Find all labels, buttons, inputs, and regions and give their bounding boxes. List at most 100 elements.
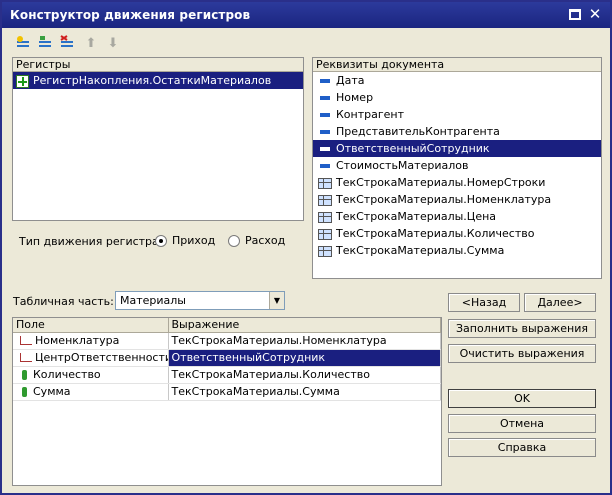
table-row-selected[interactable]: ЦентрОтветственности ОтветственныйСотруд…	[13, 349, 441, 367]
register-plus-icon	[16, 74, 29, 88]
attribute-item[interactable]: ТекСтрокаМатериалы.НомерСтроки	[313, 174, 601, 191]
attribute-item[interactable]: Дата	[313, 72, 601, 89]
register-movements-constructor-window: Конструктор движения регистров ✕ ⬆ ⬇ Рег…	[0, 0, 612, 495]
radio-expense-label: Расход	[245, 234, 286, 247]
resource-icon	[22, 370, 27, 380]
radio-income-label: Приход	[172, 234, 216, 247]
register-item[interactable]: РегистрНакопления.ОстаткиМатериалов	[13, 72, 303, 89]
attribute-label: ТекСтрокаМатериалы.Цена	[336, 210, 497, 223]
attribute-item[interactable]: ТекСтрокаМатериалы.Сумма	[313, 242, 601, 259]
expression-cell[interactable]: ТекСтрокаМатериалы.Количество	[168, 366, 441, 384]
document-attributes-list[interactable]: Реквизиты документа Дата Номер Контраген…	[312, 57, 602, 279]
fill-expressions-button[interactable]: Заполнить выражения	[448, 319, 596, 338]
ok-button[interactable]: OK	[448, 389, 596, 408]
radio-expense[interactable]: Расход	[228, 234, 285, 247]
attribute-icon	[320, 113, 330, 117]
window-title: Конструктор движения регистров	[10, 8, 251, 22]
tabular-part-label: Табличная часть:	[13, 295, 114, 308]
attribute-label: ТекСтрокаМатериалы.Количество	[336, 227, 535, 240]
table-icon	[318, 177, 332, 189]
delete-register-icon	[60, 35, 73, 47]
help-button[interactable]: Справка	[448, 438, 596, 457]
tabular-part-select[interactable]: Материалы ▼	[115, 291, 285, 310]
attribute-label: СтоимостьМатериалов	[336, 159, 469, 172]
table-icon	[318, 228, 332, 240]
back-button[interactable]: <Назад	[448, 293, 520, 312]
add-register-button[interactable]	[14, 35, 32, 53]
attribute-item[interactable]: Номер	[313, 89, 601, 106]
radio-expense-indicator[interactable]	[228, 235, 240, 247]
register-item-label: РегистрНакопления.ОстаткиМатериалов	[33, 74, 272, 87]
field-name: Номенклатура	[35, 334, 120, 347]
attribute-icon	[320, 164, 330, 168]
chevron-down-icon: ▼	[273, 296, 281, 305]
maximize-button[interactable]	[566, 6, 584, 23]
field-name: Сумма	[33, 385, 71, 398]
registers-header: Регистры	[13, 58, 303, 72]
edit-register-icon	[39, 36, 51, 47]
title-bar[interactable]: Конструктор движения регистров	[2, 2, 610, 28]
attribute-item[interactable]: Контрагент	[313, 106, 601, 123]
expression-cell-selected[interactable]: ОтветственныйСотрудник	[168, 349, 441, 367]
field-cell[interactable]: Номенклатура	[13, 332, 169, 350]
add-register-icon	[17, 36, 29, 47]
table-row[interactable]: Номенклатура ТекСтрокаМатериалы.Номенкла…	[13, 332, 441, 350]
clear-expressions-button[interactable]: Очистить выражения	[448, 344, 596, 363]
field-cell[interactable]: ЦентрОтветственности	[13, 349, 169, 367]
attribute-item[interactable]: ТекСтрокаМатериалы.Количество	[313, 225, 601, 242]
close-button[interactable]: ✕	[586, 6, 604, 23]
move-down-button[interactable]: ⬇	[104, 35, 122, 53]
attribute-icon	[320, 147, 330, 151]
registers-list[interactable]: Регистры РегистрНакопления.ОстаткиМатери…	[12, 57, 304, 221]
column-header-field[interactable]: Поле	[13, 318, 169, 333]
tabular-part-value: Материалы	[120, 294, 186, 307]
attribute-icon	[320, 79, 330, 83]
fields-grid: Поле Выражение Номенклатура ТекСтрокаМат…	[13, 318, 441, 401]
column-header-expression[interactable]: Выражение	[168, 318, 441, 333]
document-attributes-header: Реквизиты документа	[313, 58, 601, 72]
attribute-label: ОтветственныйСотрудник	[336, 142, 490, 155]
expression-cell[interactable]: ТекСтрокаМатериалы.Сумма	[168, 383, 441, 401]
cancel-button[interactable]: Отмена	[448, 414, 596, 433]
table-row[interactable]: Количество ТекСтрокаМатериалы.Количество	[13, 366, 441, 384]
table-icon	[318, 211, 332, 223]
dropdown-button[interactable]: ▼	[269, 292, 284, 309]
resource-icon	[22, 387, 27, 397]
arrow-down-icon: ⬇	[107, 36, 119, 51]
attribute-label: ТекСтрокаМатериалы.НомерСтроки	[336, 176, 546, 189]
field-name: Количество	[33, 368, 101, 381]
next-button[interactable]: Далее>	[524, 293, 596, 312]
expression-cell[interactable]: ТекСтрокаМатериалы.Номенклатура	[168, 332, 441, 350]
attribute-item[interactable]: СтоимостьМатериалов	[313, 157, 601, 174]
dimension-icon	[20, 336, 32, 345]
table-row[interactable]: Сумма ТекСтрокаМатериалы.Сумма	[13, 383, 441, 401]
maximize-icon	[569, 9, 581, 20]
dimension-icon	[20, 353, 32, 362]
move-up-button[interactable]: ⬆	[82, 35, 100, 53]
attribute-label: Дата	[336, 74, 365, 87]
attribute-label: Номер	[336, 91, 374, 104]
attribute-label: ТекСтрокаМатериалы.Номенклатура	[336, 193, 552, 206]
attribute-item-selected[interactable]: ОтветственныйСотрудник	[313, 140, 601, 157]
fields-table[interactable]: Поле Выражение Номенклатура ТекСтрокаМат…	[12, 317, 442, 486]
radio-income-indicator[interactable]	[155, 235, 167, 247]
attribute-item[interactable]: ПредставительКонтрагента	[313, 123, 601, 140]
radio-income[interactable]: Приход	[155, 234, 215, 247]
close-icon: ✕	[588, 5, 602, 23]
table-icon	[318, 194, 332, 206]
attribute-label: ТекСтрокаМатериалы.Сумма	[336, 244, 505, 257]
table-icon	[318, 245, 332, 257]
movement-type-label: Тип движения регистра:	[19, 235, 163, 248]
field-cell[interactable]: Сумма	[13, 383, 169, 401]
delete-register-button[interactable]	[58, 35, 76, 53]
attribute-item[interactable]: ТекСтрокаМатериалы.Номенклатура	[313, 191, 601, 208]
attribute-icon	[320, 130, 330, 134]
field-name: ЦентрОтветственности	[35, 351, 168, 364]
attribute-label: ПредставительКонтрагента	[336, 125, 500, 138]
attribute-item[interactable]: ТекСтрокаМатериалы.Цена	[313, 208, 601, 225]
arrow-up-icon: ⬆	[85, 36, 97, 51]
field-cell[interactable]: Количество	[13, 366, 169, 384]
attribute-icon	[320, 96, 330, 100]
attribute-label: Контрагент	[336, 108, 405, 121]
edit-register-button[interactable]	[36, 35, 54, 53]
